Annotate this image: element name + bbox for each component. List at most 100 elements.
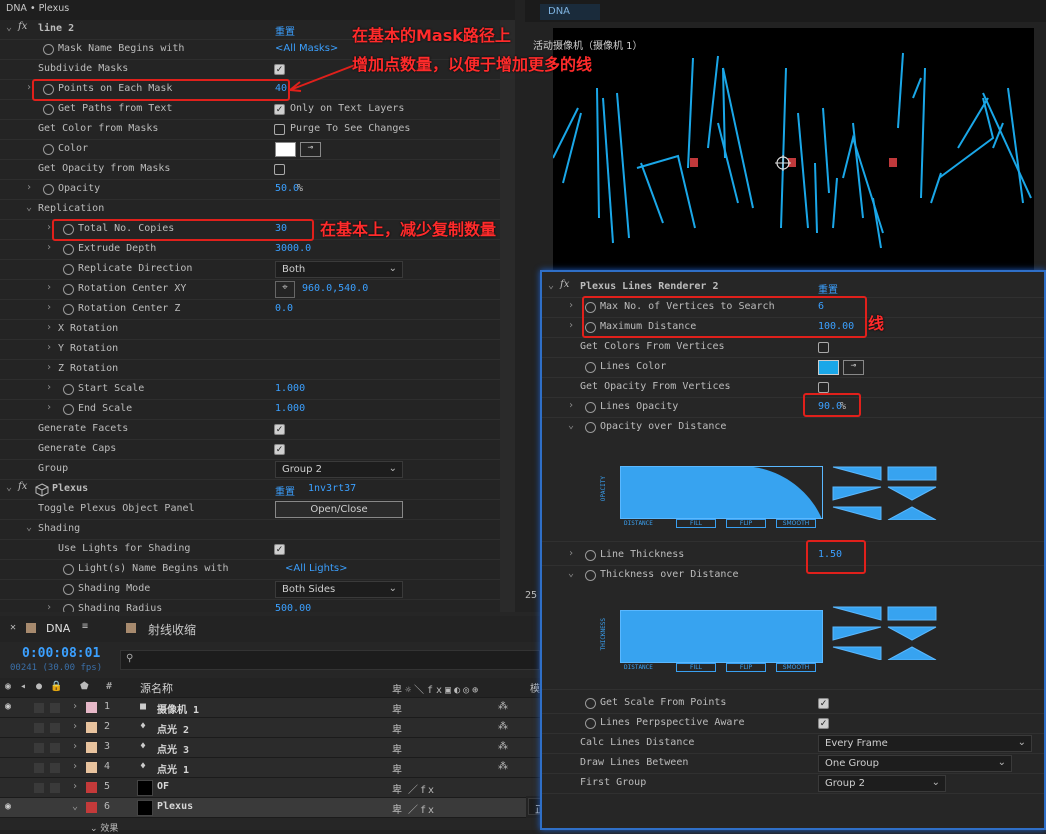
- calc-distance-dropdown[interactable]: Every Frame ⌄: [818, 735, 1032, 752]
- solo-toggle[interactable]: [34, 803, 44, 813]
- stopwatch-icon[interactable]: [585, 550, 596, 561]
- effect-header-renderer[interactable]: ⌄ fx Plexus Lines Renderer 2 重置: [542, 278, 1044, 298]
- fx-switch-icon[interactable]: ／fx: [408, 801, 436, 816]
- close-icon[interactable]: ✕: [10, 622, 16, 633]
- eyedropper-icon[interactable]: ⊸: [300, 142, 321, 157]
- stopwatch-icon[interactable]: [585, 362, 596, 373]
- only-text-checkbox[interactable]: ✓: [274, 104, 285, 115]
- fx-icon[interactable]: fx: [560, 279, 569, 290]
- expand-arrow-icon[interactable]: ⌄: [72, 801, 78, 812]
- fx-switch-icon[interactable]: ／fx: [408, 781, 436, 796]
- rotation-z-value[interactable]: 0.0: [275, 303, 293, 314]
- collapse-arrow-icon[interactable]: ⌄: [568, 568, 574, 579]
- replicate-direction-dropdown[interactable]: Both ⌄: [275, 261, 403, 278]
- layer-row[interactable]: › 3 ♦ 点光 3 卑 ⁂: [0, 738, 540, 758]
- expand-arrow-icon[interactable]: ›: [46, 382, 52, 393]
- group-opacity-over-distance[interactable]: ⌄ Opacity over Distance OPACITY DISTANCE…: [542, 418, 1044, 542]
- timecode[interactable]: 0:00:08:01: [22, 646, 100, 661]
- expand-arrow-icon[interactable]: ›: [26, 182, 32, 193]
- stopwatch-icon[interactable]: [63, 404, 74, 415]
- collapse-arrow-icon[interactable]: ⌄: [568, 420, 574, 431]
- expand-arrow-icon[interactable]: ›: [568, 320, 574, 331]
- caps-checkbox[interactable]: ✓: [274, 444, 285, 455]
- 3d-layer-icon[interactable]: ⁂: [498, 721, 508, 732]
- facets-checkbox[interactable]: ✓: [274, 424, 285, 435]
- expand-arrow-icon[interactable]: ›: [46, 402, 52, 413]
- collapse-arrow-icon[interactable]: ⌄: [6, 22, 12, 33]
- flip-button[interactable]: FLIP: [726, 663, 766, 672]
- collapse-arrow-icon[interactable]: ⌄: [548, 280, 554, 291]
- stopwatch-icon[interactable]: [43, 184, 54, 195]
- smooth-button[interactable]: SMOOTH: [776, 663, 816, 672]
- fx-icon[interactable]: fx: [18, 481, 27, 492]
- stopwatch-icon[interactable]: [63, 604, 74, 612]
- curve-preset-icons[interactable]: [832, 466, 942, 521]
- layer-row[interactable]: ◉ › 1 ■ 摄像机 1 卑 ⁂: [0, 698, 540, 718]
- stopwatch-icon[interactable]: [63, 384, 74, 395]
- collapse-arrow-icon[interactable]: ⌄: [26, 202, 32, 213]
- lock-toggle[interactable]: [50, 723, 60, 733]
- shading-mode-dropdown[interactable]: Both Sides ⌄: [275, 581, 403, 598]
- solo-toggle[interactable]: [34, 783, 44, 793]
- expand-arrow-icon[interactable]: ›: [46, 362, 52, 373]
- tab-dna[interactable]: DNA: [46, 622, 70, 635]
- fx-icon[interactable]: fx: [18, 21, 27, 32]
- label-color-swatch[interactable]: [86, 782, 97, 793]
- open-close-button[interactable]: Open/Close: [275, 501, 403, 518]
- stopwatch-icon[interactable]: [63, 564, 74, 575]
- group-shading[interactable]: ⌄ Shading: [0, 520, 500, 540]
- label-color-swatch[interactable]: [86, 742, 97, 753]
- 3d-layer-icon[interactable]: ⁂: [498, 701, 508, 712]
- first-group-dropdown[interactable]: Group 2 ⌄: [818, 775, 946, 792]
- stopwatch-icon[interactable]: [63, 584, 74, 595]
- get-scale-checkbox[interactable]: ✓: [818, 698, 829, 709]
- stopwatch-icon[interactable]: [43, 144, 54, 155]
- label-color-swatch[interactable]: [86, 762, 97, 773]
- tab-dna-comp[interactable]: DNA: [540, 4, 600, 20]
- stopwatch-icon[interactable]: [585, 422, 596, 433]
- solo-icon[interactable]: ●: [36, 681, 42, 692]
- opacity-value[interactable]: 50.0: [275, 183, 299, 194]
- shading-radius-value[interactable]: 500.00: [275, 603, 311, 612]
- layer-row[interactable]: › 5 OF 卑 ／fx: [0, 778, 540, 798]
- expand-arrow-icon[interactable]: ›: [46, 302, 52, 313]
- label-color-swatch[interactable]: [86, 802, 97, 813]
- expand-arrow-icon[interactable]: ›: [46, 282, 52, 293]
- light-name-value[interactable]: <All Lights>: [285, 563, 348, 574]
- stopwatch-icon[interactable]: [585, 718, 596, 729]
- stopwatch-icon[interactable]: [43, 104, 54, 115]
- expand-arrow-icon[interactable]: ›: [46, 322, 52, 333]
- search-input[interactable]: ⚲: [120, 650, 540, 670]
- stopwatch-icon[interactable]: [585, 698, 596, 709]
- start-scale-value[interactable]: 1.000: [275, 383, 305, 394]
- solo-toggle[interactable]: [34, 703, 44, 713]
- composition-canvas[interactable]: [552, 28, 1034, 270]
- reset-link[interactable]: 重置: [275, 23, 295, 38]
- lock-icon[interactable]: 🔒: [50, 681, 62, 692]
- stopwatch-icon[interactable]: [63, 284, 74, 295]
- 3d-layer-icon[interactable]: ⁂: [498, 741, 508, 752]
- expand-arrow-icon[interactable]: ›: [568, 400, 574, 411]
- color-swatch[interactable]: [275, 142, 296, 157]
- extrude-value[interactable]: 3000.0: [275, 243, 311, 254]
- expand-arrow-icon[interactable]: ›: [72, 741, 78, 752]
- collapse-arrow-icon[interactable]: ⌄: [6, 482, 12, 493]
- group-z-rotation[interactable]: › Z Rotation: [0, 360, 500, 380]
- opacity-vertices-checkbox[interactable]: [818, 382, 829, 393]
- effect-header-plexus[interactable]: ⌄ fx Plexus 重置 1nv3rt37: [0, 480, 500, 500]
- shy-switch-icon[interactable]: 卑: [392, 761, 402, 776]
- stopwatch-icon[interactable]: [585, 402, 596, 413]
- expand-arrow-icon[interactable]: ›: [72, 701, 78, 712]
- collapse-arrow-icon[interactable]: ⌄: [26, 522, 32, 533]
- menu-icon[interactable]: ≡: [82, 621, 88, 632]
- expand-arrow-icon[interactable]: ›: [46, 342, 52, 353]
- eye-icon[interactable]: ◉: [5, 701, 11, 712]
- shy-switch-icon[interactable]: 卑: [392, 701, 402, 716]
- shy-switch-icon[interactable]: 卑: [392, 741, 402, 756]
- expand-arrow-icon[interactable]: ›: [72, 761, 78, 772]
- fill-button[interactable]: FILL: [676, 519, 716, 528]
- get-opacity-checkbox[interactable]: [274, 164, 285, 175]
- use-lights-checkbox[interactable]: ✓: [274, 544, 285, 555]
- rotation-xy-value[interactable]: 960.0,540.0: [302, 283, 368, 294]
- lock-toggle[interactable]: [50, 743, 60, 753]
